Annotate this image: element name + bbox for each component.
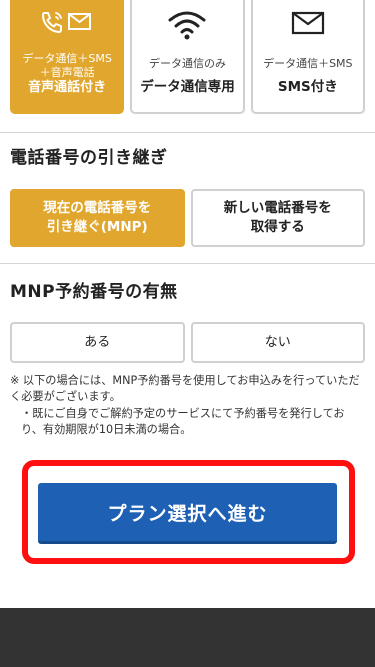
- mnp-reservation-options: ある ない: [10, 322, 365, 363]
- wifi-icon: [132, 10, 242, 40]
- option-new-number[interactable]: 新しい電話番号を 取得する: [190, 189, 365, 247]
- plan-data-sub1: データ通信のみ: [148, 57, 226, 70]
- option-keep-number-line2: 引き継ぐ(MNP): [46, 219, 148, 235]
- phone-icon: [42, 12, 92, 33]
- option-mnp-no[interactable]: ない: [190, 322, 365, 363]
- section-title-number-transfer: 電話番号の引き継ぎ: [10, 148, 168, 168]
- plan-sms-sub1: データ通信＋SMS: [263, 57, 353, 70]
- number-transfer-options: 現在の電話番号を 引き継ぐ(MNP) 新しい電話番号を 取得する: [10, 189, 365, 247]
- option-keep-number-mnp[interactable]: 現在の電話番号を 引き継ぐ(MNP): [10, 189, 185, 247]
- mnp-notes: ※ 以下の場合には、MNP予約番号を使用してお申込みを行っていただく必要がござい…: [10, 373, 366, 439]
- option-mnp-yes[interactable]: ある: [10, 322, 185, 363]
- option-new-number-line2: 取得する: [250, 219, 305, 235]
- plan-card-voice[interactable]: データ通信＋SMS ＋音声電話 音声通話付き: [10, 0, 125, 114]
- plan-sms-title: SMS付き: [277, 79, 338, 95]
- section-divider: [0, 132, 375, 133]
- section-title-mnp-reservation: MNP予約番号の有無: [10, 282, 178, 302]
- option-new-number-line1: 新しい電話番号を: [223, 200, 332, 216]
- plan-data-title: データ通信専用: [140, 79, 235, 95]
- plan-voice-sub1: データ通信＋SMS: [22, 52, 112, 65]
- plan-voice-icons: [12, 10, 122, 36]
- section-divider: [0, 263, 375, 264]
- plan-card-data-only[interactable]: データ通信のみ データ通信専用: [130, 0, 245, 114]
- option-keep-number-line1: 現在の電話番号を: [43, 200, 152, 216]
- plan-card-sms[interactable]: データ通信＋SMS SMS付き: [250, 0, 365, 114]
- note-requirement: ※ 以下の場合には、MNP予約番号を使用してお申込みを行っていただく必要がござい…: [10, 374, 360, 403]
- plan-voice-title: 音声通話付き: [28, 80, 107, 95]
- plan-voice-sub2: ＋音声電話: [39, 66, 95, 79]
- plan-type-selector: データ通信＋SMS ＋音声電話 音声通話付き データ通信のみ データ通信専用 デ…: [10, 0, 365, 114]
- proceed-to-plan-button[interactable]: プラン選択へ進む: [38, 483, 337, 544]
- note-condition: ・既にご自身でご解約予定のサービスにて予約番号を発行しており、有効期限が10日未…: [21, 407, 345, 436]
- envelope-icon: [253, 10, 363, 36]
- page-footer: [0, 608, 375, 667]
